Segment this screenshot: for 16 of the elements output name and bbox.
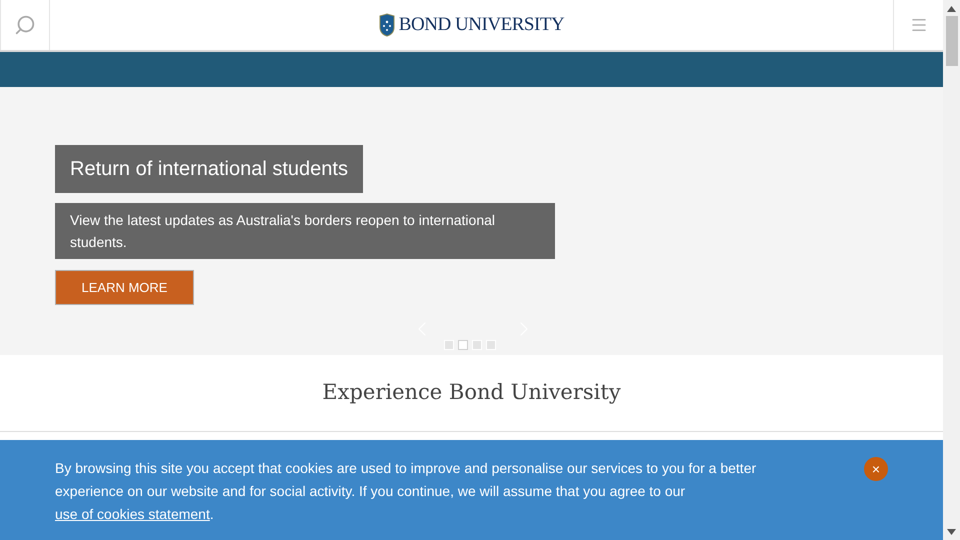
close-button[interactable]: × xyxy=(864,457,888,481)
hero-description: View the latest updates as Australia's borders reopen to international students. xyxy=(55,203,555,259)
cookie-statement-link[interactable]: use of cookies statement xyxy=(55,506,210,522)
search-icon xyxy=(14,14,36,36)
learn-more-button[interactable]: LEARN MORE xyxy=(55,270,194,305)
scrollbar[interactable] xyxy=(943,0,960,540)
menu-icon xyxy=(910,16,928,34)
scroll-down-icon xyxy=(947,529,956,535)
cookie-notice-text: By browsing this site you accept that cookies are used to improve and personalise our services to you for a better experience on our website and for social activity. If you continue, we will assume that you agree to our use of cookies statement. xyxy=(55,459,758,524)
search-button[interactable] xyxy=(0,0,50,50)
logo-text[interactable]: BOND UNIVERSITY xyxy=(398,10,564,40)
scrollbar-thumb[interactable] xyxy=(946,16,958,66)
hero-title: Return of international students xyxy=(55,145,363,193)
scroll-up-icon xyxy=(947,6,956,12)
section-title: Experience Bond University xyxy=(322,379,621,406)
crest-icon xyxy=(378,13,395,37)
